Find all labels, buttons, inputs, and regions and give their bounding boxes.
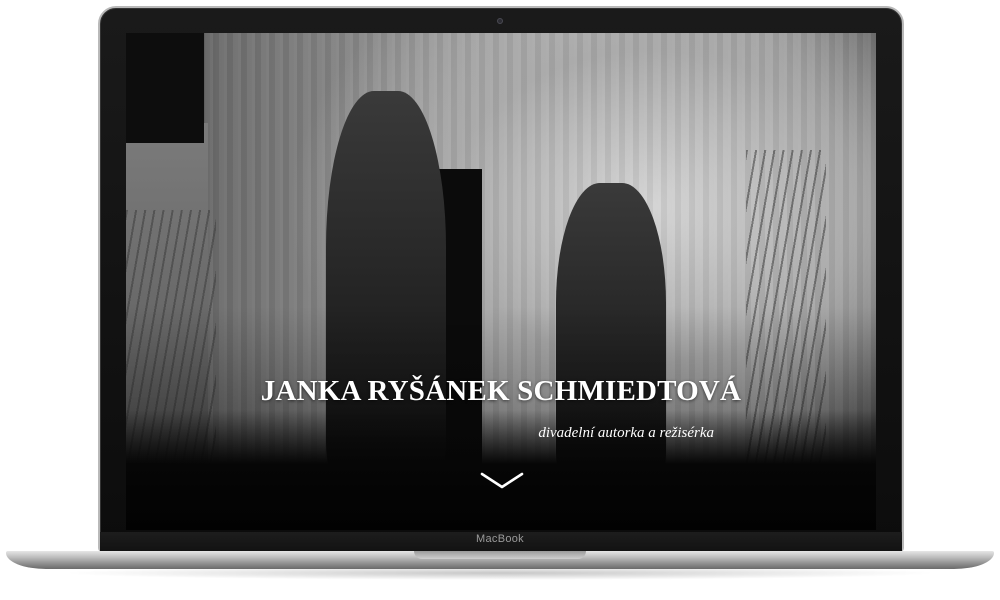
camera-icon (497, 18, 503, 24)
page: JANKA RYŠÁNEK SCHMIEDTOVÁ divadelní auto… (0, 0, 1000, 600)
photo-vignette (126, 33, 876, 530)
laptop-screen: JANKA RYŠÁNEK SCHMIEDTOVÁ divadelní auto… (126, 33, 876, 530)
chevron-down-icon (480, 472, 524, 489)
hero-background-photo (126, 33, 876, 530)
hero-subtitle: divadelní autorka a režisérka (538, 425, 714, 441)
device-brand-label: MacBook (476, 533, 524, 545)
laptop-hinge-notch (414, 551, 586, 559)
scroll-down-button[interactable] (480, 471, 524, 491)
hero-title: JANKA RYŠÁNEK SCHMIEDTOVÁ (260, 375, 742, 407)
